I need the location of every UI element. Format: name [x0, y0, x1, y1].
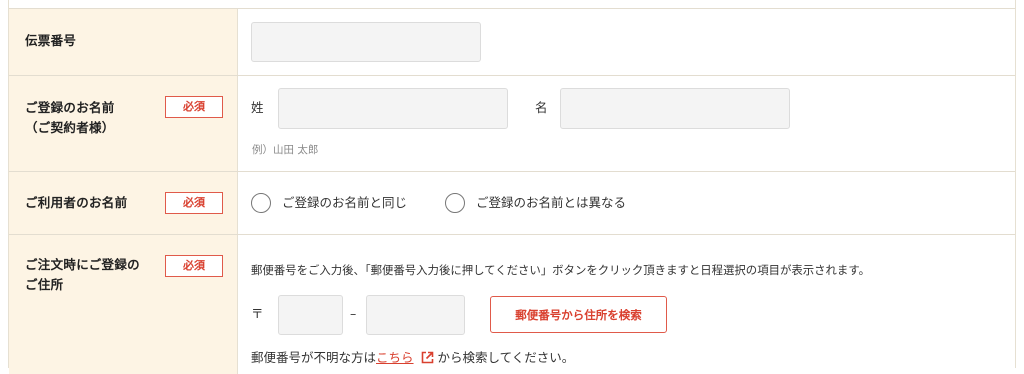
order-form-table: 伝票番号 ご登録のお名前 （ご契約者様） 必須 姓 名 例）山田 太郎 ご利用者…: [8, 0, 1016, 374]
last-name-input[interactable]: [278, 88, 508, 129]
first-name-label: 名: [535, 100, 548, 115]
radio-different-from-registered[interactable]: [445, 193, 465, 213]
required-badge: 必須: [165, 255, 223, 277]
postal-unknown-note: 郵便番号が不明な方はこちら から検索してください。: [251, 349, 574, 369]
postal-search-button-label: 郵便番号から住所を検索: [515, 307, 642, 322]
registered-name-label: ご登録のお名前 （ご契約者様）: [25, 98, 115, 138]
user-name-label: ご利用者のお名前: [25, 195, 128, 210]
row-body: ご登録のお名前と同じ ご登録のお名前とは異なる: [238, 172, 1015, 234]
row-body: [238, 9, 1015, 75]
radio-label-same[interactable]: ご登録のお名前と同じ: [282, 194, 407, 212]
form-row-registered-name: ご登録のお名前 （ご契約者様） 必須 姓 名 例）山田 太郎: [9, 75, 1015, 171]
required-badge: 必須: [165, 96, 223, 118]
note-prefix: 郵便番号が不明な方は: [251, 350, 377, 365]
address-label: ご注文時にご登録の ご住所: [25, 255, 140, 295]
row-header: 伝票番号: [9, 9, 238, 75]
row-body: 姓 名 例）山田 太郎: [238, 76, 1015, 171]
address-label-line1: ご注文時にご登録の: [25, 257, 140, 272]
external-link-icon[interactable]: [421, 351, 434, 369]
postal-code-part1-input[interactable]: [278, 295, 343, 335]
registered-name-label-line2: （ご契約者様）: [25, 120, 115, 135]
row-header: ご注文時にご登録の ご住所 必須: [9, 235, 238, 374]
last-name-label: 姓: [251, 100, 264, 115]
postal-instruction-text: 郵便番号をご入力後、「郵便番号入力後に押してください」ボタンをクリック頂きますと…: [251, 263, 870, 277]
row-body: 郵便番号をご入力後、「郵便番号入力後に押してください」ボタンをクリック頂きますと…: [238, 235, 1015, 374]
row-header: ご利用者のお名前 必須: [9, 172, 238, 234]
required-badge: 必須: [165, 192, 223, 214]
slip-number-label: 伝票番号: [25, 33, 77, 48]
name-example-hint: 例）山田 太郎: [252, 144, 319, 156]
postal-search-button[interactable]: 郵便番号から住所を検索: [490, 296, 667, 333]
form-row-user-name: ご利用者のお名前 必須 ご登録のお名前と同じ ご登録のお名前とは異なる: [9, 171, 1015, 234]
radio-label-different[interactable]: ご登録のお名前とは異なる: [476, 194, 626, 212]
postal-code-part2-input[interactable]: [366, 295, 465, 335]
registered-name-label-line1: ご登録のお名前: [25, 100, 115, 115]
postal-separator: –: [350, 306, 357, 321]
address-label-line2: ご住所: [25, 277, 64, 292]
radio-same-as-registered[interactable]: [251, 193, 271, 213]
postal-mark: 〒: [251, 306, 264, 321]
form-row-address: ご注文時にご登録の ご住所 必須 郵便番号をご入力後、「郵便番号入力後に押してく…: [9, 234, 1015, 374]
slip-number-input[interactable]: [251, 22, 481, 62]
row-header: ご登録のお名前 （ご契約者様） 必須: [9, 76, 238, 171]
postal-lookup-link[interactable]: こちら: [376, 350, 414, 365]
form-row-slip-number: 伝票番号: [9, 8, 1015, 75]
first-name-input[interactable]: [560, 88, 790, 129]
note-suffix: から検索してください。: [433, 350, 575, 365]
